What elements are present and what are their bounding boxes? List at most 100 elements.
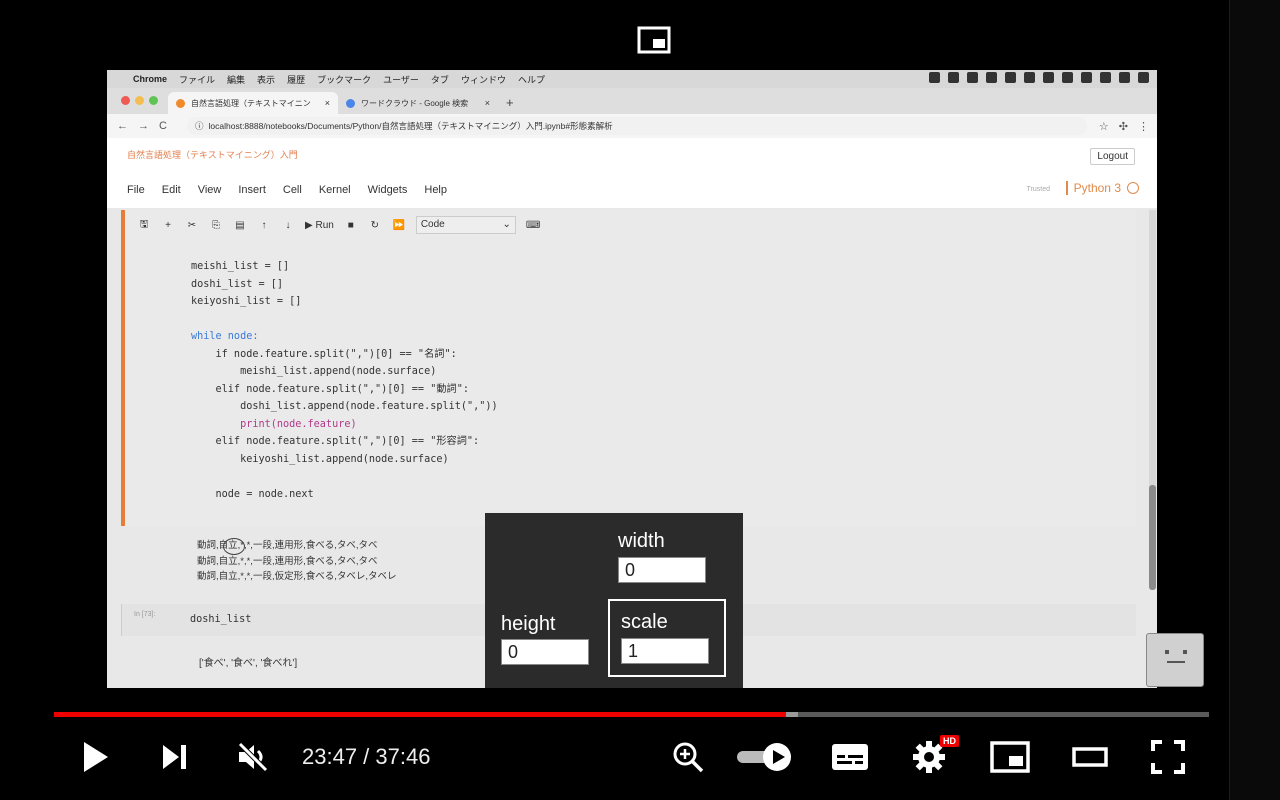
theater-mode-icon [1072, 747, 1108, 767]
fast-forward-icon: ⏩ [392, 219, 406, 231]
scale-label: scale [621, 611, 668, 633]
nav-buttons: ← → C [107, 120, 187, 132]
trusted-indicator: Trusted [1026, 186, 1050, 193]
tray-icon [986, 72, 997, 83]
annotation-circle [223, 538, 245, 555]
google-favicon-icon [346, 98, 355, 108]
cell-source: doshi_list [190, 614, 252, 625]
jupyter-header: 自然言語処理（テキストマイニング）入門 Logout File Edit Vie… [107, 138, 1157, 208]
tray-icon [929, 72, 940, 83]
mac-menu-item: 表示 [257, 74, 276, 85]
kernel-indicator: Python 3 [1065, 181, 1139, 195]
tray-icon [948, 72, 959, 83]
cell-output: ['食べ', '食べ', '食べれ'] [199, 658, 298, 669]
browser-tab-bar: 自然言語処理（テキストマイニン × ワードクラウド - Google 検索 × … [107, 88, 1157, 114]
scale-input[interactable]: 1 [621, 638, 709, 664]
cut-icon: ✂ [187, 219, 197, 231]
tab-close-icon: × [484, 98, 490, 108]
width-label: width [618, 530, 665, 552]
progress-played [54, 712, 787, 717]
code-line: print(node.feature) [191, 418, 357, 430]
stop-icon: ■ [347, 219, 354, 231]
mac-menu-item: ユーザー [383, 74, 419, 85]
window-edge [1229, 0, 1280, 800]
bookmark-star-icon: ☆ [1098, 120, 1109, 133]
tray-icon [1062, 72, 1073, 83]
keyboard-icon: ⌨ [525, 219, 541, 231]
mac-menu-item: タブ [430, 74, 449, 85]
code-line: meishi_list = [] [191, 261, 290, 272]
mac-menu-item: 履歴 [287, 74, 306, 85]
miniplayer-button[interactable] [986, 735, 1034, 779]
url-field: ⓘ localhost:8888/notebooks/Documents/Pyt… [187, 117, 1087, 135]
mac-menu-item: ファイル [179, 74, 216, 85]
tab-label: 自然言語処理（テキストマイニン [191, 98, 311, 108]
window-controls [107, 96, 168, 114]
zoom-button[interactable] [666, 735, 710, 779]
notebook-toolbar: 🖫 + ✂ ⎘ ▤ ↑ ↓ ▶ Run ■ ↻ ⏩ Code ⌄ ⌨ [137, 216, 540, 234]
menu-view: View [197, 184, 222, 196]
theater-mode-button[interactable] [1066, 735, 1114, 779]
menu-edit: Edit [161, 184, 181, 196]
address-bar: ← → C ⓘ localhost:8888/notebooks/Documen… [107, 114, 1157, 138]
info-icon: ⓘ [195, 121, 204, 131]
more-icon: ⋮ [1138, 120, 1149, 133]
code-line: meishi_list.append(node.surface) [191, 366, 437, 377]
notebook-title: 自然言語処理（テキストマイニング）入門 [127, 150, 298, 160]
code-line: keiyoshi_list.append(node.surface) [191, 453, 449, 465]
tray-icon [967, 72, 978, 83]
width-input[interactable]: 0 [618, 557, 706, 583]
resize-overlay-panel: width 0 height 0 scale 1 [485, 513, 743, 688]
browser-tab: ワードクラウド - Google 検索 × [338, 92, 498, 114]
kernel-name: Python 3 [1073, 181, 1121, 195]
paste-icon: ▤ [235, 219, 245, 231]
mac-menu-item: ブックマーク [317, 74, 372, 85]
menu-widgets: Widgets [367, 184, 408, 196]
tab-label: ワードクラウド - Google 検索 [361, 98, 469, 108]
back-icon: ← [117, 120, 128, 132]
height-input[interactable]: 0 [501, 639, 589, 665]
autoplay-toggle[interactable] [734, 735, 796, 779]
cell-prompt: In [73]: [134, 611, 156, 618]
code-line: elif node.feature.split(",")[0] == "形容詞"… [191, 436, 480, 447]
menu-kernel: Kernel [318, 184, 351, 196]
tray-icon [1024, 72, 1035, 83]
presenter-avatar [1146, 633, 1204, 687]
tray-icon [1138, 72, 1149, 83]
restart-icon: ↻ [370, 219, 380, 231]
reload-icon: C [159, 120, 167, 132]
code-line: doshi_list = [] [191, 278, 284, 290]
run-button: ▶ Run [305, 219, 334, 231]
save-icon: 🖫 [139, 218, 149, 230]
jupyter-favicon-icon [176, 98, 185, 108]
extension-icon: ✣ [1118, 120, 1128, 133]
mute-button[interactable] [230, 735, 276, 779]
subtitles-button[interactable] [826, 735, 874, 779]
tray-icon [1005, 72, 1016, 83]
logout-button: Logout [1090, 148, 1135, 165]
menu-tray [929, 72, 1149, 83]
mac-menu-item: ウィンドウ [460, 74, 506, 85]
code-line: while node: [191, 331, 259, 342]
browser-extensions: ☆ ✣ ⋮ [1087, 120, 1157, 133]
fullscreen-button[interactable] [1144, 735, 1192, 779]
muted-volume-icon [238, 742, 268, 772]
next-button[interactable] [152, 735, 196, 779]
hd-badge: HD [940, 735, 959, 747]
play-button[interactable] [72, 735, 118, 779]
code-cell-selected: 🖫 + ✂ ⎘ ▤ ↑ ↓ ▶ Run ■ ↻ ⏩ Code ⌄ ⌨ meish… [121, 210, 1136, 526]
code-line: elif node.feature.split(",")[0] == "動詞": [191, 383, 469, 395]
move-up-icon: ↑ [261, 219, 267, 231]
notebook-scroll-thumb [1149, 485, 1156, 590]
menu-file: File [127, 184, 145, 196]
move-down-icon: ↓ [285, 219, 291, 231]
url-text: localhost:8888/notebooks/Documents/Pytho… [208, 121, 613, 131]
next-icon [163, 745, 186, 769]
miniplayer-indicator-icon[interactable] [631, 20, 677, 60]
forward-icon: → [138, 120, 149, 132]
tray-icon [1100, 72, 1111, 83]
progress-bar[interactable] [54, 712, 1209, 717]
video-player: Chrome ファイル 編集 表示 履歴 ブックマーク ユーザー タブ ウィンド… [0, 0, 1280, 800]
height-label: height [501, 613, 556, 635]
new-tab-icon: + [506, 95, 514, 110]
